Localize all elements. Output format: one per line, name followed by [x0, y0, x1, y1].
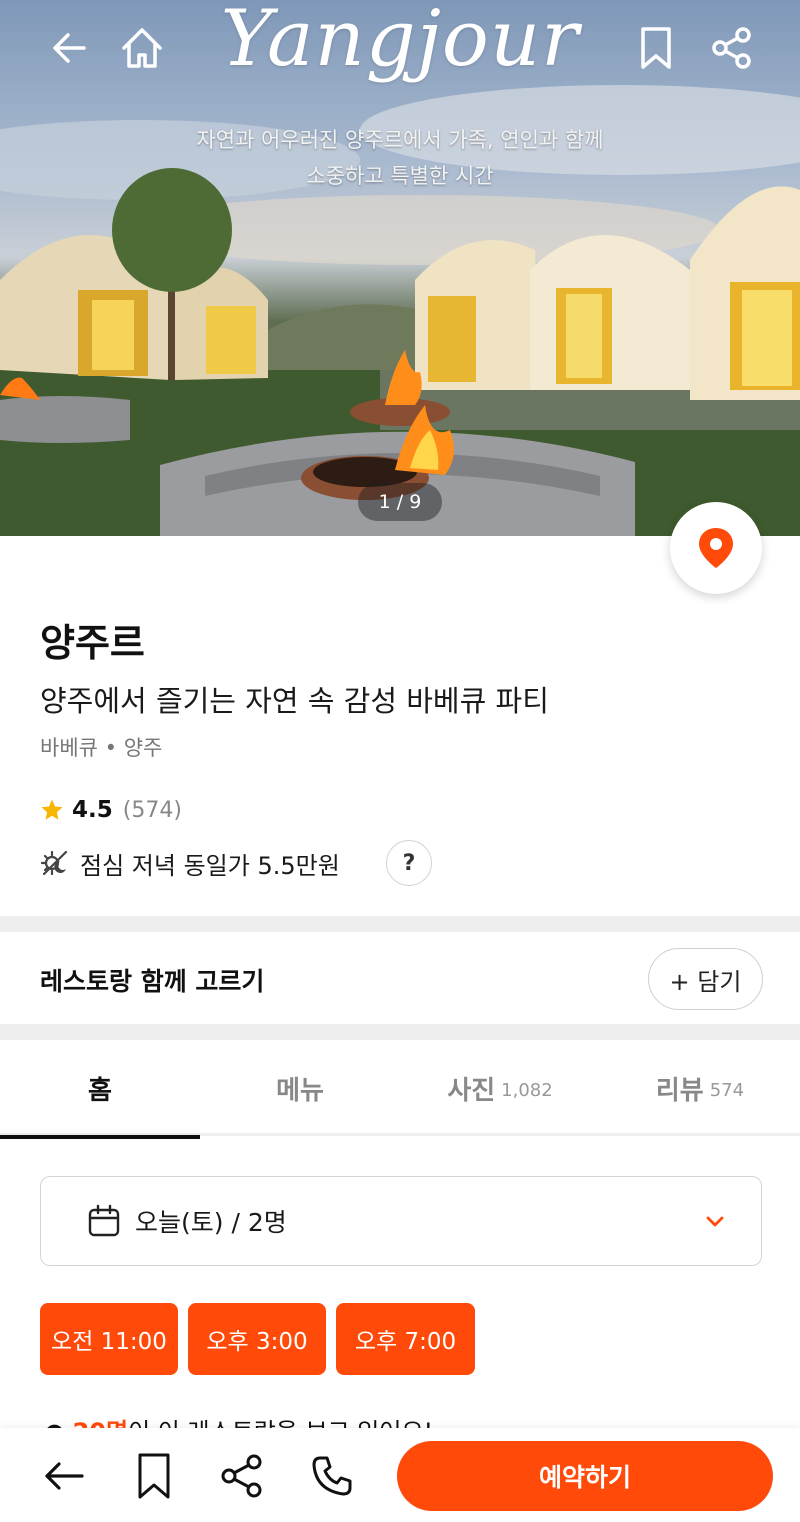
tab-label: 메뉴	[276, 1075, 324, 1106]
tab-count: 1,082	[501, 1079, 553, 1101]
tab-label: 사진	[447, 1075, 496, 1106]
price-text: 점심 저녁 동일가 5.5만원	[80, 851, 340, 880]
phone-icon	[312, 1456, 352, 1496]
tab-home[interactable]: 홈	[0, 1040, 200, 1139]
hero-tagline-line2: 소중하고 특별한 시간	[306, 164, 494, 188]
time-slot-button[interactable]: 오후 3:00	[188, 1303, 326, 1375]
restaurant-category: 바베큐 • 양주	[40, 736, 163, 760]
rating-count: (574)	[122, 797, 182, 823]
tab-photos[interactable]: 사진 1,082	[400, 1040, 600, 1136]
rating-score: 4.5	[72, 797, 113, 823]
tab-menu[interactable]: 메뉴	[200, 1040, 400, 1136]
share-icon	[712, 27, 751, 69]
home-icon	[122, 28, 162, 68]
bookmark-button[interactable]	[630, 22, 682, 74]
bottom-back-button[interactable]	[38, 1450, 90, 1502]
star-icon	[41, 799, 63, 820]
pick-together-label: 레스토랑 함께 고르기	[40, 967, 265, 996]
bottom-action-bar: 예약하기	[0, 1428, 800, 1522]
share-icon	[221, 1454, 262, 1498]
time-slot-button[interactable]: 오후 7:00	[336, 1303, 475, 1375]
tab-bar: 홈 메뉴 사진 1,082 리뷰 574	[0, 1040, 800, 1139]
back-arrow-icon	[53, 33, 86, 63]
day-night-icon	[40, 850, 68, 876]
section-divider	[0, 916, 800, 932]
home-button[interactable]	[116, 22, 168, 74]
price-info-row: 점심 저녁 동일가 5.5만원	[40, 843, 340, 883]
bottom-bookmark-button[interactable]	[128, 1450, 180, 1502]
tab-reviews[interactable]: 리뷰 574	[600, 1040, 800, 1136]
add-to-pick-button[interactable]: + 담기	[648, 948, 763, 1010]
back-arrow-icon	[45, 1462, 84, 1490]
date-party-text: 오늘(토) / 2명	[135, 1208, 287, 1237]
price-help-button[interactable]: ?	[386, 840, 432, 886]
hero-tagline-line1: 자연과 어우러진 양주르에서 가족, 연인과 함께	[196, 128, 604, 152]
tab-label: 홈	[88, 1075, 112, 1106]
calendar-icon	[88, 1204, 120, 1237]
bottom-share-button[interactable]	[216, 1450, 268, 1502]
rating-row[interactable]: 4.5 (574)	[40, 794, 182, 826]
bookmark-icon	[641, 27, 671, 69]
reserve-button[interactable]: 예약하기	[397, 1441, 773, 1511]
tab-count: 574	[709, 1079, 745, 1101]
restaurant-name: 양주르	[40, 621, 145, 665]
image-counter: 1 / 9	[358, 483, 442, 521]
restaurant-description: 양주에서 즐기는 자연 속 감성 바베큐 파티	[40, 684, 549, 718]
share-button[interactable]	[706, 22, 758, 74]
back-button[interactable]	[44, 22, 96, 74]
date-party-selector[interactable]: 오늘(토) / 2명	[40, 1176, 762, 1266]
map-button[interactable]	[670, 502, 762, 594]
bottom-call-button[interactable]	[306, 1450, 358, 1502]
bookmark-icon	[138, 1453, 170, 1499]
location-pin-icon	[699, 528, 733, 568]
time-slot-button[interactable]: 오전 11:00	[40, 1303, 178, 1375]
tab-label: 리뷰	[655, 1075, 704, 1106]
chevron-down-icon	[706, 1216, 724, 1227]
hero-image[interactable]: Yangjour 자연과 어우러진 양주르에서 가족, 연인과 함께 소중하고 …	[0, 0, 800, 536]
section-divider	[0, 1024, 800, 1040]
